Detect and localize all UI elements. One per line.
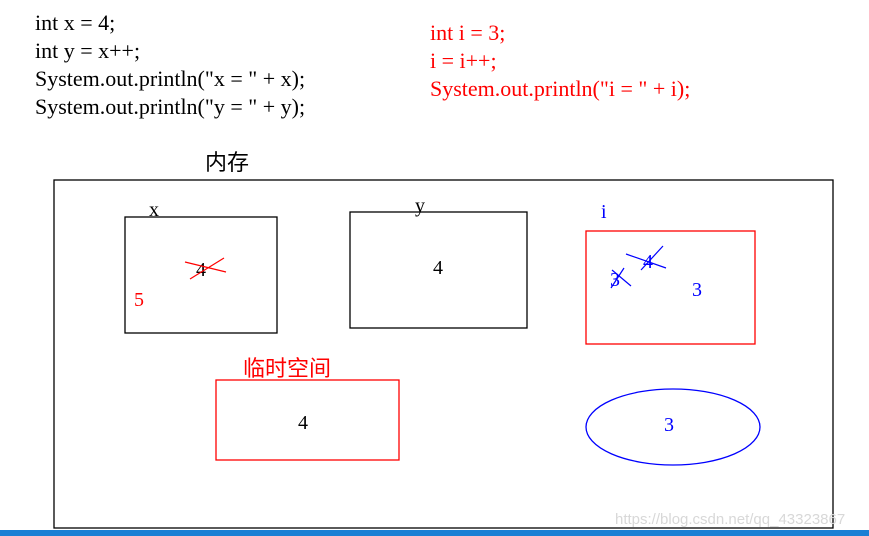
- memory-label: 内存: [205, 151, 249, 176]
- code-block-left: int x = 4; int y = x++; System.out.print…: [35, 10, 305, 119]
- cell-y-value: 4: [433, 257, 443, 279]
- temp-space-label: 临时空间: [243, 357, 331, 382]
- bottom-bar: [0, 530, 869, 536]
- code-line: i = i++;: [430, 48, 497, 73]
- cell-x-label: x: [149, 199, 159, 221]
- watermark: https://blog.csdn.net/qq_43323867: [615, 511, 845, 528]
- code-line: System.out.println("x = " + x);: [35, 66, 305, 91]
- code-line: int i = 3;: [430, 20, 505, 45]
- cell-i-label: i: [601, 201, 607, 223]
- ellipse-value: 3: [664, 414, 674, 436]
- cell-x-new-value: 5: [134, 289, 144, 311]
- code-line: System.out.println("i = " + i);: [430, 76, 690, 101]
- code-line: System.out.println("y = " + y);: [35, 94, 305, 119]
- cell-i-value: 3: [692, 279, 702, 301]
- code-line: int y = x++;: [35, 38, 140, 63]
- temp-space-value: 4: [298, 412, 308, 434]
- cell-y-label: y: [415, 195, 425, 217]
- memory-diagram: int x = 4; int y = x++; System.out.print…: [0, 10, 869, 536]
- memory-box: [53, 179, 834, 529]
- code-block-right: int i = 3; i = i++; System.out.println("…: [430, 20, 690, 101]
- code-line: int x = 4;: [35, 10, 115, 35]
